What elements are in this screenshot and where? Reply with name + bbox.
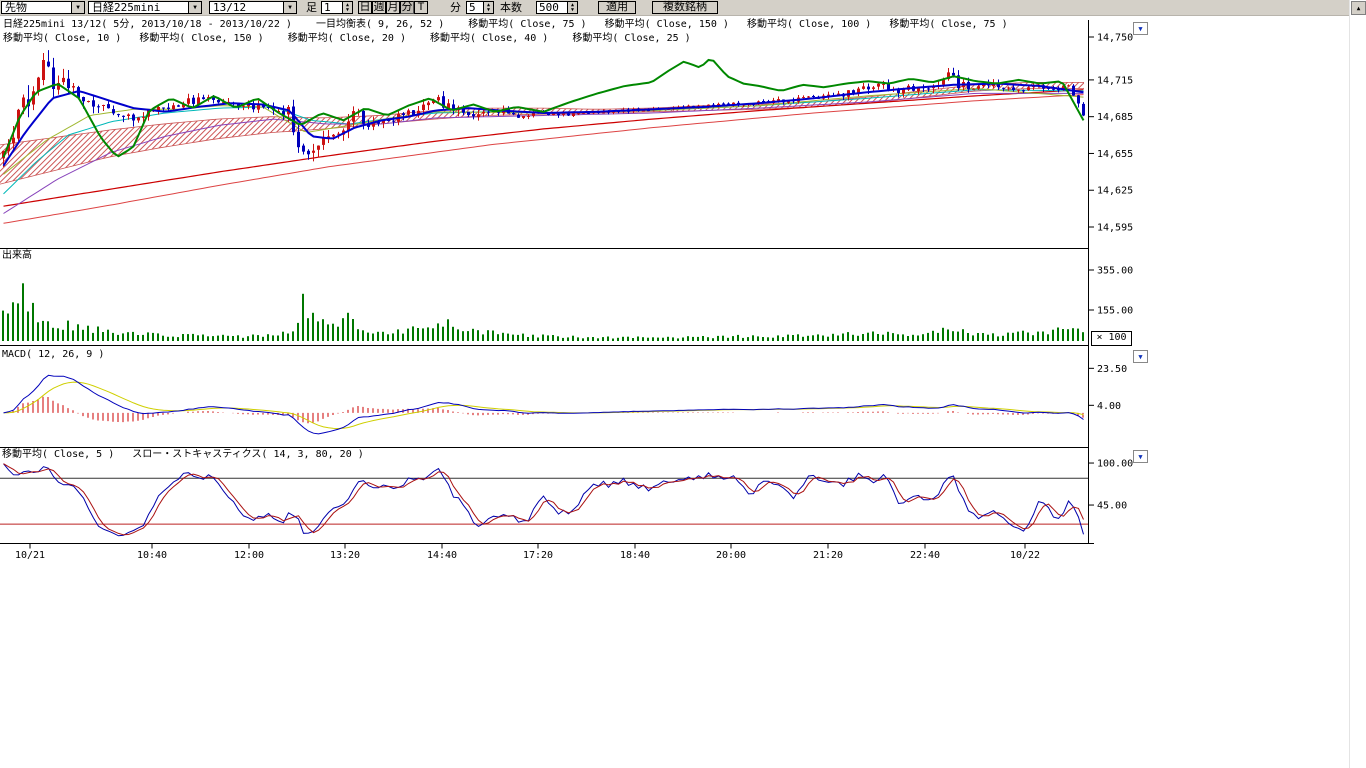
svg-text:155.00: 155.00 bbox=[1097, 306, 1133, 317]
svg-text:14,655: 14,655 bbox=[1097, 149, 1133, 160]
chevron-down-icon: ▼ bbox=[1138, 453, 1142, 461]
svg-text:14,595: 14,595 bbox=[1097, 223, 1133, 234]
instrument-type-select[interactable]: 先物 ▼ bbox=[1, 1, 85, 14]
price-panel-menu-button[interactable]: ▼ bbox=[1133, 22, 1148, 35]
stepper-arrows[interactable]: ▲▼ bbox=[567, 2, 577, 13]
svg-text:13:20: 13:20 bbox=[330, 550, 360, 561]
bar-interval-stepper[interactable]: 1 ▲▼ bbox=[321, 1, 353, 14]
price-panel-legend-line1: 日経225mini 13/12( 5分, 2013/10/18 - 2013/1… bbox=[3, 18, 1008, 31]
svg-text:355.00: 355.00 bbox=[1097, 266, 1133, 277]
svg-text:14,715: 14,715 bbox=[1097, 75, 1133, 86]
bar-type-label: 足 bbox=[306, 1, 317, 14]
chevron-down-icon[interactable]: ▼ bbox=[283, 2, 296, 13]
svg-text:100.00: 100.00 bbox=[1097, 459, 1133, 470]
bar-count-label: 本数 bbox=[500, 1, 522, 14]
toolbar: 先物 ▼ 日経225mini ▼ 13/12 ▼ 足 1 ▲▼ 日 週 月 分 … bbox=[0, 0, 1349, 16]
spin-down-icon[interactable]: ▼ bbox=[346, 8, 349, 13]
stepper-arrows[interactable]: ▲▼ bbox=[483, 2, 493, 13]
multi-symbol-button[interactable]: 複数銘柄 bbox=[652, 1, 718, 14]
bar-count-stepper[interactable]: 500 ▲▼ bbox=[536, 1, 578, 14]
instrument-type-value: 先物 bbox=[2, 2, 71, 13]
svg-text:22:40: 22:40 bbox=[910, 550, 940, 561]
apply-button[interactable]: 適用 bbox=[598, 1, 636, 14]
svg-text:18:40: 18:40 bbox=[620, 550, 650, 561]
svg-text:10:40: 10:40 bbox=[137, 550, 167, 561]
minute-label: 分 bbox=[450, 1, 461, 14]
instrument-value: 日経225mini bbox=[89, 2, 188, 13]
up-arrow-icon: ▲ bbox=[1357, 5, 1361, 12]
stochastics-panel-label: 移動平均( Close, 5 ) スロー・ストキャスティクス( 14, 3, 8… bbox=[2, 448, 364, 461]
svg-text:12:00: 12:00 bbox=[234, 550, 264, 561]
chevron-down-icon: ▼ bbox=[1138, 353, 1142, 361]
stepper-arrows[interactable]: ▲▼ bbox=[342, 2, 352, 13]
stochastics-panel-menu-button[interactable]: ▼ bbox=[1133, 450, 1148, 463]
chevron-down-icon[interactable]: ▼ bbox=[71, 2, 84, 13]
chart-canvas[interactable]: 14,750 14,715 14,685 14,655 14,625 14,595 355.… bbox=[0, 0, 1366, 768]
scroll-up-button[interactable]: ▲ bbox=[1351, 1, 1366, 15]
period-tick-button[interactable]: T bbox=[414, 1, 428, 14]
macd-panel-menu-button[interactable]: ▼ bbox=[1133, 350, 1148, 363]
chevron-down-icon[interactable]: ▼ bbox=[188, 2, 201, 13]
svg-text:14,750: 14,750 bbox=[1097, 33, 1133, 44]
volume-panel-label: 出来高 bbox=[2, 249, 32, 262]
svg-text:14,625: 14,625 bbox=[1097, 186, 1133, 197]
spin-down-icon[interactable]: ▼ bbox=[571, 8, 574, 13]
volume-multiplier-badge: × 100 bbox=[1091, 331, 1132, 346]
bar-interval-value: 1 bbox=[322, 2, 342, 13]
contract-month-value: 13/12 bbox=[210, 2, 283, 13]
svg-text:10/21: 10/21 bbox=[15, 550, 45, 561]
bar-count-value: 500 bbox=[537, 2, 567, 13]
macd-panel-label: MACD( 12, 26, 9 ) bbox=[2, 348, 104, 361]
period-week-button[interactable]: 週 bbox=[372, 1, 386, 14]
svg-text:14:40: 14:40 bbox=[427, 550, 457, 561]
svg-text:10/22: 10/22 bbox=[1010, 550, 1040, 561]
spin-down-icon[interactable]: ▼ bbox=[487, 8, 490, 13]
svg-text:4.00: 4.00 bbox=[1097, 401, 1121, 412]
contract-month-select[interactable]: 13/12 ▼ bbox=[209, 1, 297, 14]
instrument-select[interactable]: 日経225mini ▼ bbox=[88, 1, 202, 14]
svg-text:45.00: 45.00 bbox=[1097, 501, 1127, 512]
minute-value: 5 bbox=[467, 2, 483, 13]
svg-text:20:00: 20:00 bbox=[716, 550, 746, 561]
svg-text:14,685: 14,685 bbox=[1097, 112, 1133, 123]
price-panel-legend-line2: 移動平均( Close, 10 ) 移動平均( Close, 150 ) 移動平… bbox=[3, 32, 691, 45]
period-minute-button[interactable]: 分 bbox=[400, 1, 414, 14]
svg-text:17:20: 17:20 bbox=[523, 550, 553, 561]
minute-stepper[interactable]: 5 ▲▼ bbox=[466, 1, 494, 14]
period-day-button[interactable]: 日 bbox=[358, 1, 372, 14]
chevron-down-icon: ▼ bbox=[1138, 25, 1142, 33]
svg-text:21:20: 21:20 bbox=[813, 550, 843, 561]
chart-application-window: 先物 ▼ 日経225mini ▼ 13/12 ▼ 足 1 ▲▼ 日 週 月 分 … bbox=[0, 0, 1366, 768]
svg-text:23.50: 23.50 bbox=[1097, 364, 1127, 375]
period-month-button[interactable]: 月 bbox=[386, 1, 400, 14]
